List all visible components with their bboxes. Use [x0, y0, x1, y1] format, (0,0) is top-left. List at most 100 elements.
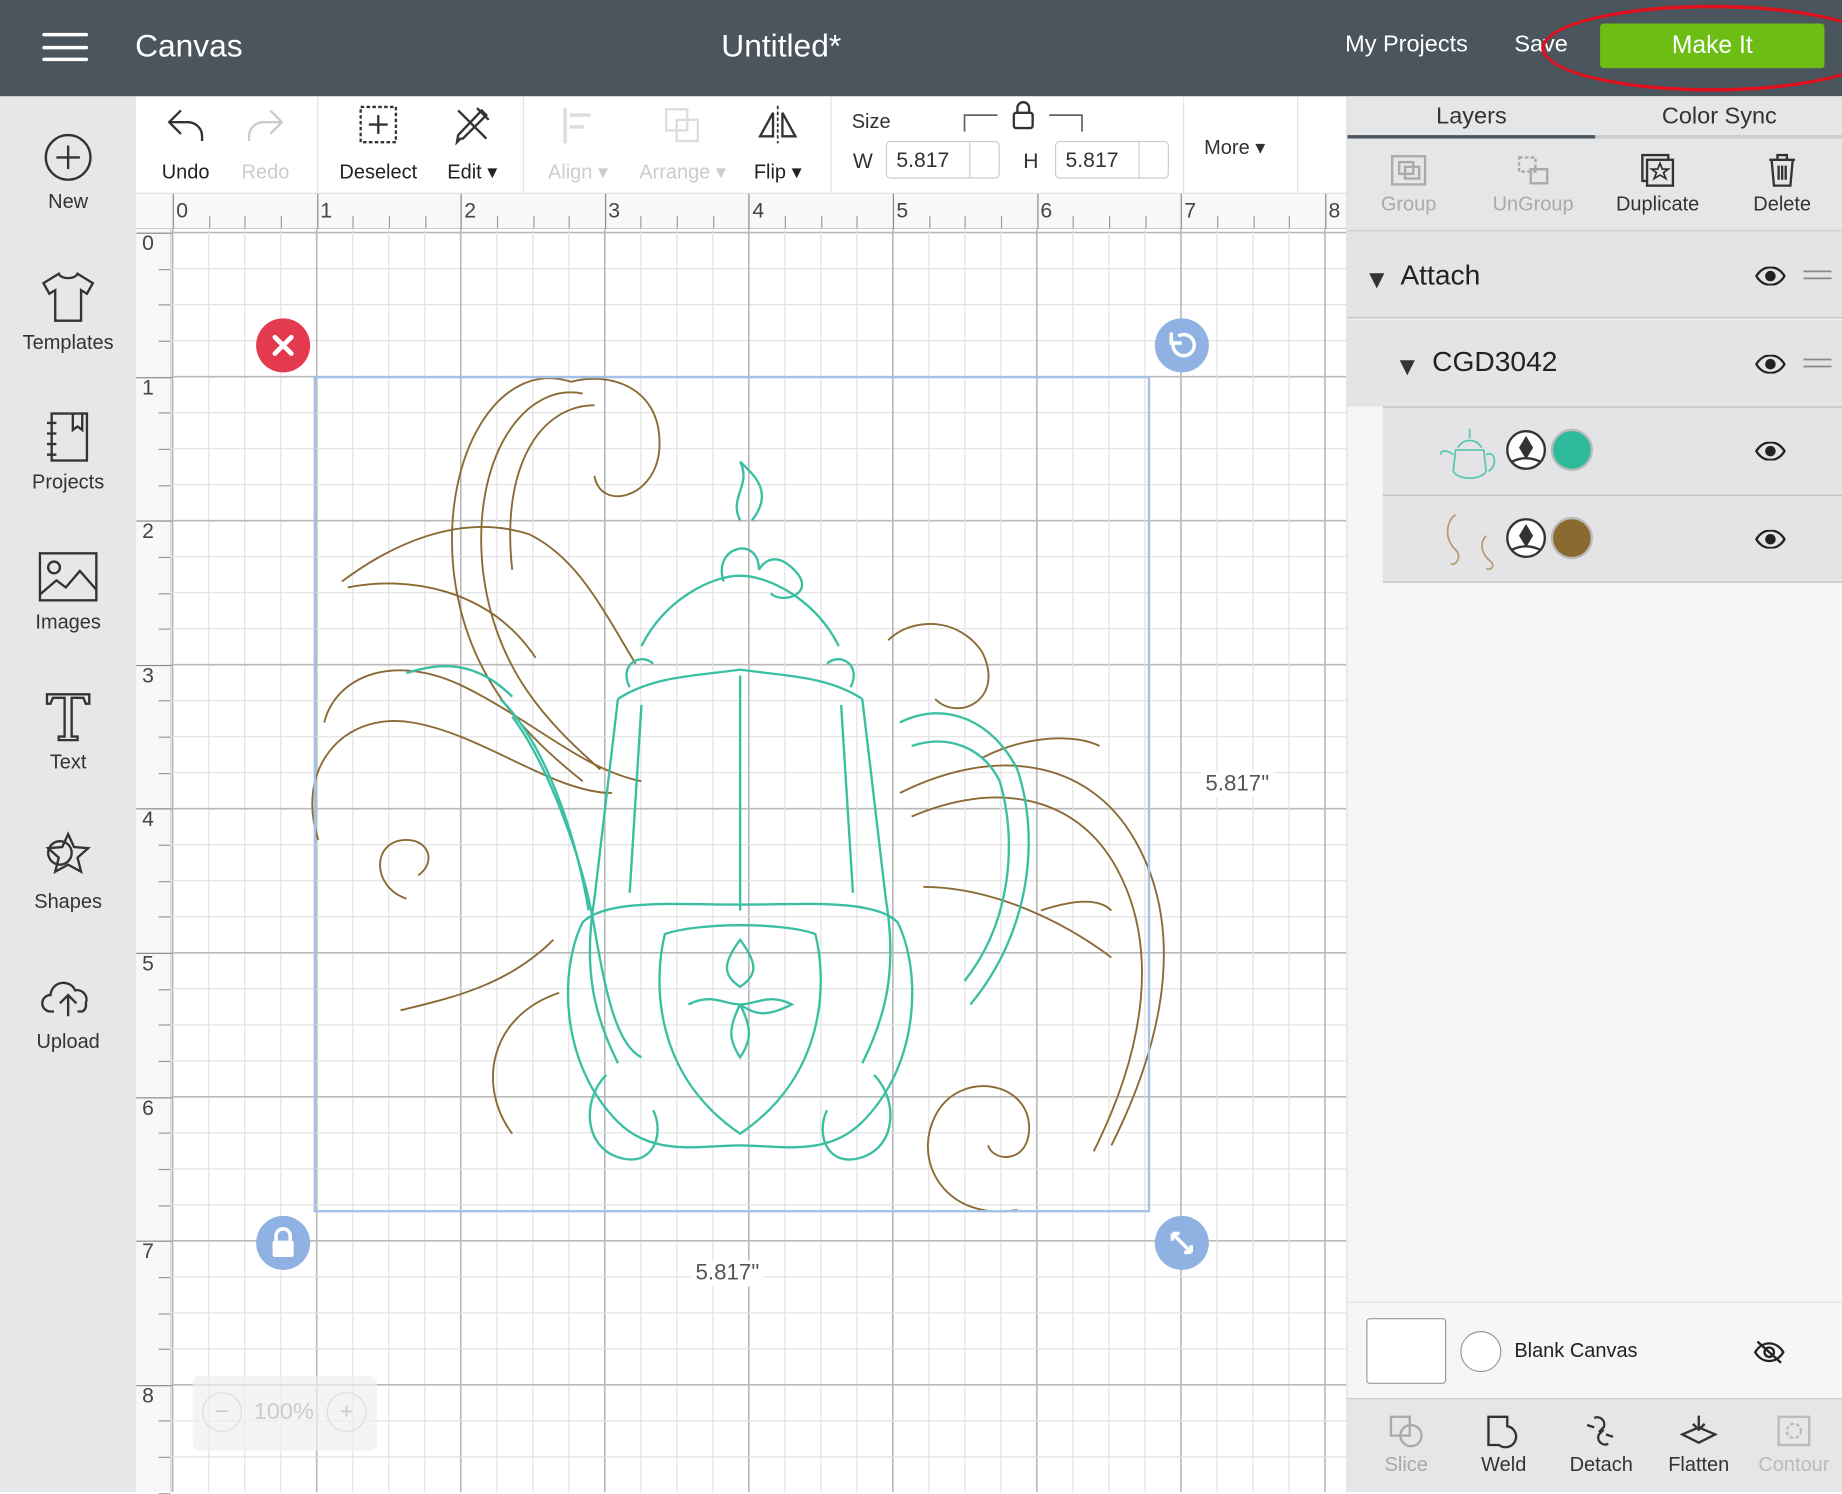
sidebar-item-upload[interactable]: Upload: [0, 969, 136, 1054]
sidebar-item-text[interactable]: Text: [0, 690, 136, 775]
tab-color-sync[interactable]: Color Sync: [1595, 96, 1842, 139]
ruler-tick: [640, 216, 642, 228]
ruler-y-label: 2: [142, 519, 154, 543]
sidebar-item-templates[interactable]: Templates: [0, 270, 136, 355]
ruler-tick: [388, 216, 390, 228]
delete-button[interactable]: Delete: [1723, 153, 1840, 216]
horizontal-ruler: 0 1 2 3 4 5 6 7 8: [136, 193, 1435, 230]
layer-color-swatch[interactable]: [1550, 428, 1594, 472]
sidebar-item-label: Upload: [36, 1030, 100, 1053]
layer-item-brown[interactable]: [1382, 494, 1842, 583]
ruler-y-label: 7: [142, 1239, 154, 1264]
contour-button[interactable]: Contour: [1735, 1413, 1842, 1476]
sidebar-item-new[interactable]: New: [0, 132, 136, 214]
delete-handle[interactable]: [256, 318, 311, 373]
sidebar-item-images[interactable]: Images: [0, 550, 136, 635]
bottom-tools: Slice Weld Detach Flatten Contour: [1347, 1398, 1842, 1492]
ruler-major-tick: [136, 232, 172, 234]
collapse-triangle-icon[interactable]: ▼: [1364, 264, 1390, 295]
ruler-major-tick: [136, 808, 172, 810]
edit-dropdown[interactable]: Edit ▾: [437, 103, 507, 184]
zoom-out-button[interactable]: −: [202, 1392, 243, 1433]
flatten-icon: [1679, 1415, 1718, 1444]
ruler-major-tick: [136, 952, 172, 954]
hamburger-icon[interactable]: [42, 32, 89, 62]
canvas-preview[interactable]: [1366, 1318, 1447, 1384]
tab-layers[interactable]: Layers: [1347, 96, 1596, 139]
ruler-x-label: 3: [608, 198, 621, 223]
eye-icon[interactable]: [1755, 266, 1786, 286]
drag-handle-icon[interactable]: [1803, 357, 1832, 369]
ruler-tick: [158, 556, 171, 558]
lock-aspect-icon[interactable]: [959, 99, 1088, 137]
undo-button[interactable]: Undo: [153, 106, 219, 185]
redo-button[interactable]: Redo: [233, 106, 299, 185]
selection-box[interactable]: [313, 375, 1151, 1213]
ruler-major-tick: [316, 193, 318, 230]
sidebar-item-label: Projects: [32, 471, 105, 494]
ruler-tick: [208, 216, 210, 228]
flip-icon: [758, 105, 798, 144]
eye-icon[interactable]: [1755, 441, 1786, 461]
layer-name: Attach: [1400, 259, 1481, 292]
teapot-thumbnail: [1440, 428, 1496, 480]
width-input[interactable]: 5.817: [885, 140, 1000, 179]
highlight-ellipse: [1541, 4, 1842, 92]
ruler-tick: [158, 340, 171, 342]
group-button[interactable]: Group: [1350, 153, 1467, 216]
resize-handle[interactable]: [1154, 1215, 1209, 1270]
more-dropdown[interactable]: More ▾: [1204, 136, 1265, 159]
eye-icon[interactable]: [1755, 354, 1786, 374]
close-icon: [272, 334, 294, 356]
rotate-handle[interactable]: [1154, 318, 1209, 373]
rotate-icon: [1169, 332, 1196, 358]
ruler-major-tick: [1324, 193, 1327, 230]
lock-icon: [272, 1227, 294, 1258]
ruler-tick: [712, 216, 714, 228]
eye-hidden-icon[interactable]: [1753, 1339, 1785, 1365]
duplicate-icon: [1641, 153, 1675, 187]
duplicate-button[interactable]: Duplicate: [1599, 153, 1716, 216]
ruler-major-tick: [136, 1096, 172, 1098]
deselect-button[interactable]: Deselect: [336, 103, 421, 184]
group-icon: [1390, 155, 1427, 186]
align-dropdown[interactable]: Align ▾: [538, 106, 618, 185]
lock-handle[interactable]: [256, 1215, 311, 1270]
layer-item-teal[interactable]: [1382, 406, 1842, 495]
plus-circle-icon: [44, 133, 92, 181]
ruler-tick: [158, 412, 171, 414]
design-canvas[interactable]: 5.817" 5.817" − 100% +: [171, 229, 1347, 1492]
sidebar-item-projects[interactable]: Projects: [0, 410, 136, 495]
pen-tool-icon[interactable]: [1505, 429, 1547, 471]
ungroup-button[interactable]: UnGroup: [1474, 153, 1591, 216]
vertical-ruler: 0 1 2 3 4 5 6 7 8: [136, 229, 172, 1494]
ruler-tick: [280, 216, 282, 228]
slice-icon: [1389, 1415, 1423, 1448]
ruler-major-tick: [136, 376, 172, 378]
layer-group-attach[interactable]: ▼ Attach: [1347, 231, 1842, 319]
flip-dropdown[interactable]: Flip ▾: [742, 103, 812, 184]
ruler-major-tick: [1036, 193, 1039, 230]
arrange-dropdown[interactable]: Arrange ▾: [630, 106, 736, 185]
zoom-in-button[interactable]: +: [326, 1392, 367, 1433]
layer-color-swatch[interactable]: [1550, 516, 1594, 560]
top-bar: Canvas Untitled* My Projects Save Make I…: [0, 0, 1842, 97]
ruler-major-tick: [892, 193, 895, 230]
blank-canvas-row[interactable]: Blank Canvas: [1347, 1301, 1842, 1399]
my-projects-link[interactable]: My Projects: [1345, 32, 1468, 59]
ruler-y-label: 0: [142, 231, 154, 255]
canvas-color-swatch[interactable]: [1460, 1331, 1502, 1373]
eye-icon[interactable]: [1755, 529, 1786, 549]
pen-tool-icon[interactable]: [1505, 517, 1547, 559]
height-input[interactable]: 5.817: [1054, 140, 1169, 179]
pencil-icon: [455, 107, 490, 146]
ruler-major-tick: [1180, 193, 1183, 230]
ruler-tick: [244, 216, 246, 228]
sidebar-item-shapes[interactable]: Shapes: [0, 829, 136, 914]
drag-handle-icon[interactable]: [1803, 269, 1832, 281]
cloud-upload-icon: [41, 981, 88, 1017]
collapse-triangle-icon[interactable]: ▼: [1394, 351, 1420, 382]
ruler-tick: [158, 1456, 171, 1459]
tshirt-icon: [41, 271, 95, 322]
layer-group-cgd3042[interactable]: ▼ CGD3042: [1347, 319, 1842, 407]
